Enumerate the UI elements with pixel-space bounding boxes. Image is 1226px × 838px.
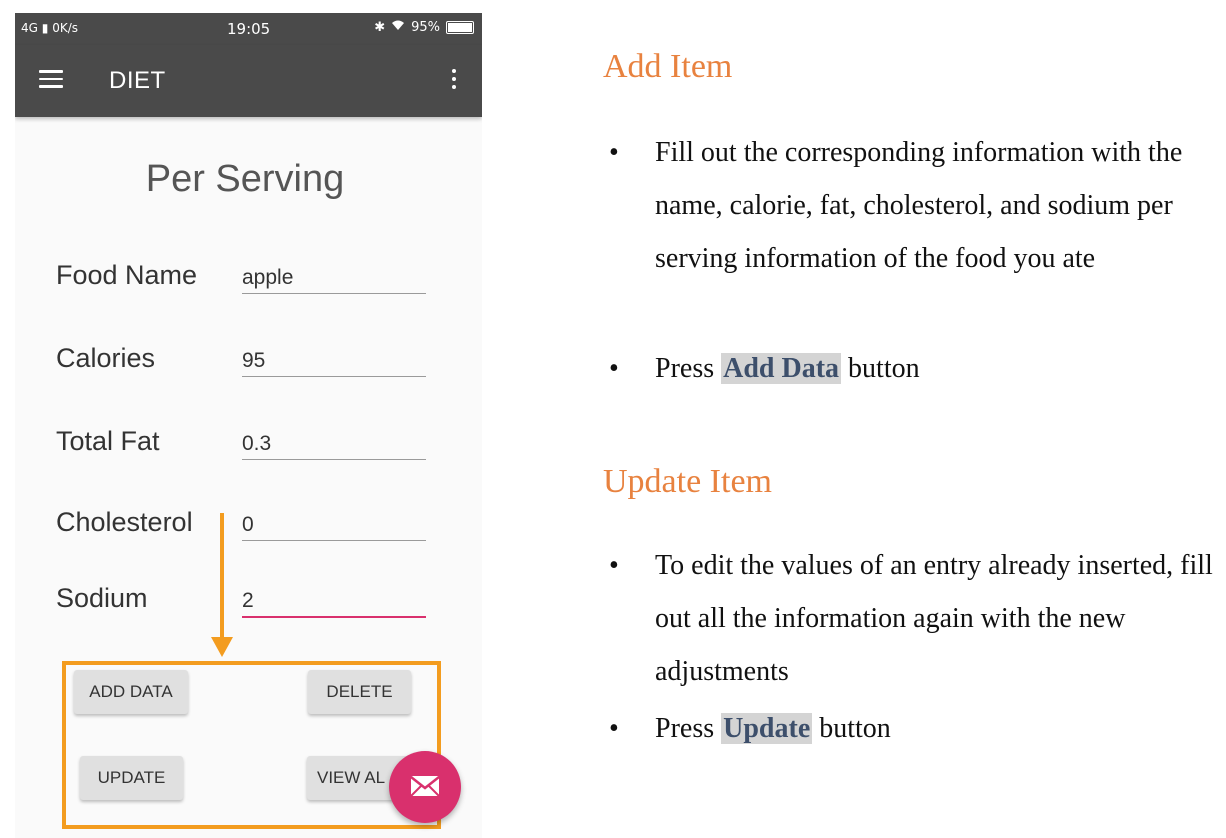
food-name-label: Food Name <box>56 260 198 290</box>
signal-icon: ▮ <box>41 21 49 35</box>
form-row-cholesterol: Cholesterol <box>15 507 482 547</box>
status-bar: 4G ▮ 0K/s 19:05 ✱ 95% <box>15 13 482 45</box>
add-item-bullet-1: • Fill out the corresponding information… <box>603 126 1223 338</box>
phone-screenshot: 4G ▮ 0K/s 19:05 ✱ 95% DIET Per Serving F… <box>15 13 482 838</box>
mail-icon <box>410 776 440 797</box>
sodium-input[interactable] <box>242 586 426 618</box>
email-fab-button[interactable] <box>389 751 461 823</box>
annotation-arrow-head <box>211 637 233 657</box>
update-item-title: Update Item <box>603 463 772 500</box>
network-status: 4G ▮ 0K/s <box>21 21 78 35</box>
update-item-bullet-2: • Press Update button <box>603 702 1223 755</box>
network-speed: 0K/s <box>52 21 79 35</box>
status-right: ✱ 95% <box>374 20 474 35</box>
calories-input[interactable] <box>242 346 426 377</box>
update-item-bullet-1: • To edit the values of an entry already… <box>603 539 1223 699</box>
hamburger-menu-icon[interactable] <box>39 70 63 88</box>
form-row-sodium: Sodium <box>15 583 482 623</box>
press-text: Press <box>655 353 715 384</box>
add-item-bullet-1-text: Fill out the corresponding information w… <box>655 137 1183 274</box>
sodium-label: Sodium <box>56 583 148 613</box>
update-item-bullet-2-text: Press Update button <box>655 702 1221 755</box>
button-text: button <box>848 353 920 384</box>
annotation-arrow-line <box>220 513 224 643</box>
overflow-menu-icon[interactable] <box>449 69 459 95</box>
cholesterol-input[interactable] <box>242 510 426 541</box>
app-bar: DIET <box>15 45 482 117</box>
total-fat-label: Total Fat <box>56 426 160 456</box>
cholesterol-label: Cholesterol <box>56 507 193 537</box>
add-item-bullet-2-text: Press Add Data button <box>655 342 1221 395</box>
app-title: DIET <box>109 67 166 94</box>
add-data-highlight: Add Data <box>721 353 842 384</box>
button-text: button <box>819 713 891 744</box>
add-item-bullet-2: • Press Add Data button <box>603 342 1223 395</box>
battery-percent: 95% <box>411 20 440 35</box>
network-type: 4G <box>21 21 38 35</box>
bullet-dot: • <box>609 137 619 168</box>
update-highlight: Update <box>721 713 813 744</box>
total-fat-input[interactable] <box>242 429 426 460</box>
form-row-calories: Calories <box>15 343 482 383</box>
battery-icon <box>446 21 474 34</box>
bullet-dot: • <box>609 550 619 581</box>
update-item-bullet-1-text: To edit the values of an entry already i… <box>655 550 1213 687</box>
form-heading: Per Serving <box>145 158 345 200</box>
form-row-food-name: Food Name <box>15 260 482 300</box>
add-item-title: Add Item <box>603 48 733 85</box>
bullet-dot: • <box>609 353 619 384</box>
food-name-input[interactable] <box>242 263 426 294</box>
bluetooth-icon: ✱ <box>374 20 386 35</box>
calories-label: Calories <box>56 343 156 373</box>
form-row-total-fat: Total Fat <box>15 426 482 466</box>
highlight-box <box>62 661 441 829</box>
press-text: Press <box>655 713 715 744</box>
status-time: 19:05 <box>227 20 271 38</box>
bullet-dot: • <box>609 713 619 744</box>
wifi-icon <box>391 20 405 35</box>
